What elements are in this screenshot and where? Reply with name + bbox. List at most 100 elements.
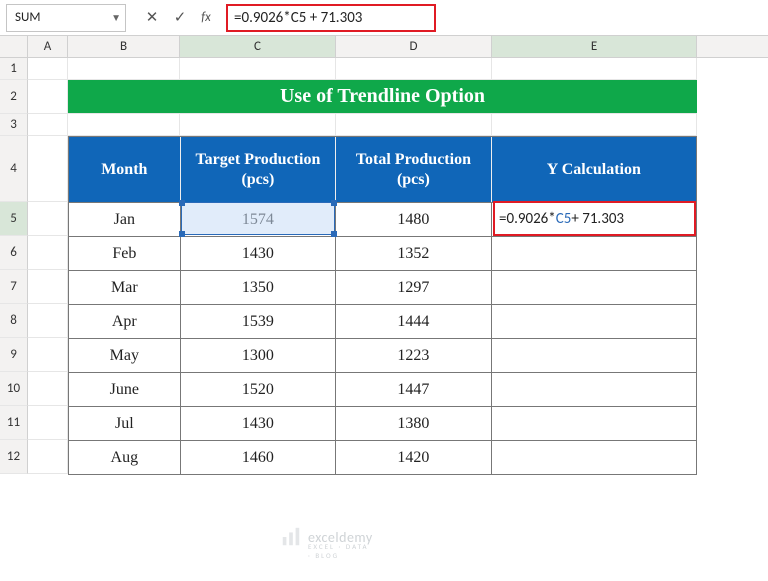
cell[interactable] (180, 114, 336, 136)
col-header-b[interactable]: B (68, 36, 180, 57)
cell[interactable] (28, 236, 68, 270)
cell-target[interactable]: 1539 (181, 304, 337, 338)
cell-month[interactable]: Mar (69, 270, 181, 304)
watermark-tagline: EXCEL · DATA · BLOG (308, 542, 373, 560)
col-header-a[interactable]: A (28, 36, 68, 57)
cell-target[interactable]: 1430 (181, 236, 337, 270)
formula-text: =0.9026*C5 + 71.303 (234, 9, 362, 27)
cell[interactable] (28, 202, 68, 236)
watermark-brand: exceldemy (308, 529, 373, 546)
cell-ycalc[interactable] (492, 372, 696, 406)
cell[interactable] (28, 270, 68, 304)
row-header[interactable]: 2 (0, 80, 28, 114)
page-title: Use of Trendline Option (68, 80, 697, 114)
row-header[interactable]: 4 (0, 136, 28, 202)
cell-ycalc[interactable] (492, 304, 696, 338)
cell-target[interactable]: 1520 (181, 372, 337, 406)
cell-total[interactable]: 1420 (336, 440, 492, 474)
name-box[interactable]: SUM ▼ (6, 4, 126, 32)
row-header[interactable]: 6 (0, 236, 28, 270)
data-table: Month Target Production (pcs) Total Prod… (68, 136, 697, 475)
table-row: June15201447 (69, 372, 696, 406)
row-header[interactable]: 10 (0, 372, 28, 406)
fx-icon[interactable]: fx (194, 10, 218, 25)
cell[interactable] (28, 80, 68, 114)
header-total: Total Production (pcs) (336, 137, 492, 202)
cell[interactable] (28, 372, 68, 406)
table-row: Jul14301380 (69, 406, 696, 440)
formula-ref: C5 (556, 210, 572, 228)
cell-ycalc[interactable] (492, 236, 696, 270)
table-row: Feb14301352 (69, 236, 696, 270)
row-header[interactable]: 9 (0, 338, 28, 372)
cell[interactable] (28, 406, 68, 440)
cell-ycalc[interactable] (492, 406, 696, 440)
table-row: Aug14601420 (69, 440, 696, 474)
cell[interactable] (492, 58, 697, 80)
row-header[interactable]: 12 (0, 440, 28, 474)
cell-total[interactable]: 1380 (336, 406, 492, 440)
row-header[interactable]: 8 (0, 304, 28, 338)
cancel-icon[interactable]: ✕ (138, 4, 166, 32)
cell[interactable] (28, 58, 68, 80)
table-row: Mar13501297 (69, 270, 696, 304)
watermark: exceldemy EXCEL · DATA · BLOG (280, 526, 373, 548)
enter-icon[interactable]: ✓ (166, 4, 194, 32)
cell[interactable] (28, 136, 68, 202)
grid: 1 2 3 4 5 6 (0, 58, 768, 474)
col-header-d[interactable]: D (336, 36, 492, 57)
cell-target[interactable]: 1460 (181, 440, 337, 474)
cell[interactable] (180, 58, 336, 80)
cell-target[interactable]: 1300 (181, 338, 337, 372)
row-header[interactable]: 11 (0, 406, 28, 440)
formula-prefix: =0.9026* (499, 210, 556, 228)
cell-month[interactable]: Jul (69, 406, 181, 440)
row-header[interactable]: 3 (0, 114, 28, 136)
cell[interactable] (336, 114, 492, 136)
cell-total[interactable]: 1444 (336, 304, 492, 338)
col-header-e[interactable]: E (492, 36, 697, 57)
cell[interactable] (28, 304, 68, 338)
formula-input[interactable]: =0.9026*C5 + 71.303 (226, 4, 436, 32)
cell-month[interactable]: Aug (69, 440, 181, 474)
cell-month[interactable]: Feb (69, 236, 181, 270)
cell-total[interactable]: 1297 (336, 270, 492, 304)
header-target: Target Production (pcs) (181, 137, 337, 202)
cell-ycalc[interactable] (492, 338, 696, 372)
row-header[interactable]: 5 (0, 202, 28, 236)
cell-total[interactable]: 1447 (336, 372, 492, 406)
active-cell-edit[interactable]: =0.9026*C5 + 71.303 (493, 201, 696, 236)
header-ycalc: Y Calculation (492, 137, 696, 202)
cell-target[interactable]: 1350 (181, 270, 337, 304)
table-row: Apr15391444 (69, 304, 696, 338)
formula-suffix: + 71.303 (571, 210, 624, 228)
cell-month[interactable]: Apr (69, 304, 181, 338)
cell-month[interactable]: June (69, 372, 181, 406)
chart-icon (280, 526, 302, 548)
row-header[interactable]: 1 (0, 58, 28, 80)
cell[interactable] (28, 440, 68, 474)
cell-ycalc[interactable] (492, 440, 696, 474)
table-header-row: Month Target Production (pcs) Total Prod… (69, 137, 696, 202)
cell-target[interactable]: 1574 (181, 202, 337, 236)
cell[interactable] (68, 58, 180, 80)
cell-total[interactable]: 1223 (336, 338, 492, 372)
dropdown-icon[interactable]: ▼ (111, 11, 121, 24)
cell-month[interactable]: May (69, 338, 181, 372)
cell-ycalc[interactable] (492, 270, 696, 304)
cell[interactable] (492, 114, 697, 136)
formula-bar: SUM ▼ ✕ ✓ fx =0.9026*C5 + 71.303 (0, 0, 768, 36)
cell[interactable] (28, 114, 68, 136)
table-row: May13001223 (69, 338, 696, 372)
cell-target[interactable]: 1430 (181, 406, 337, 440)
col-header-c[interactable]: C (180, 36, 336, 57)
cell[interactable] (68, 114, 180, 136)
cell-total[interactable]: 1352 (336, 236, 492, 270)
row-header[interactable]: 7 (0, 270, 28, 304)
column-headers: A B C D E (0, 36, 768, 58)
cell[interactable] (28, 338, 68, 372)
cell-total[interactable]: 1480 (336, 202, 492, 236)
cell[interactable] (336, 58, 492, 80)
select-all-corner[interactable] (0, 36, 28, 57)
cell-month[interactable]: Jan (69, 202, 181, 236)
